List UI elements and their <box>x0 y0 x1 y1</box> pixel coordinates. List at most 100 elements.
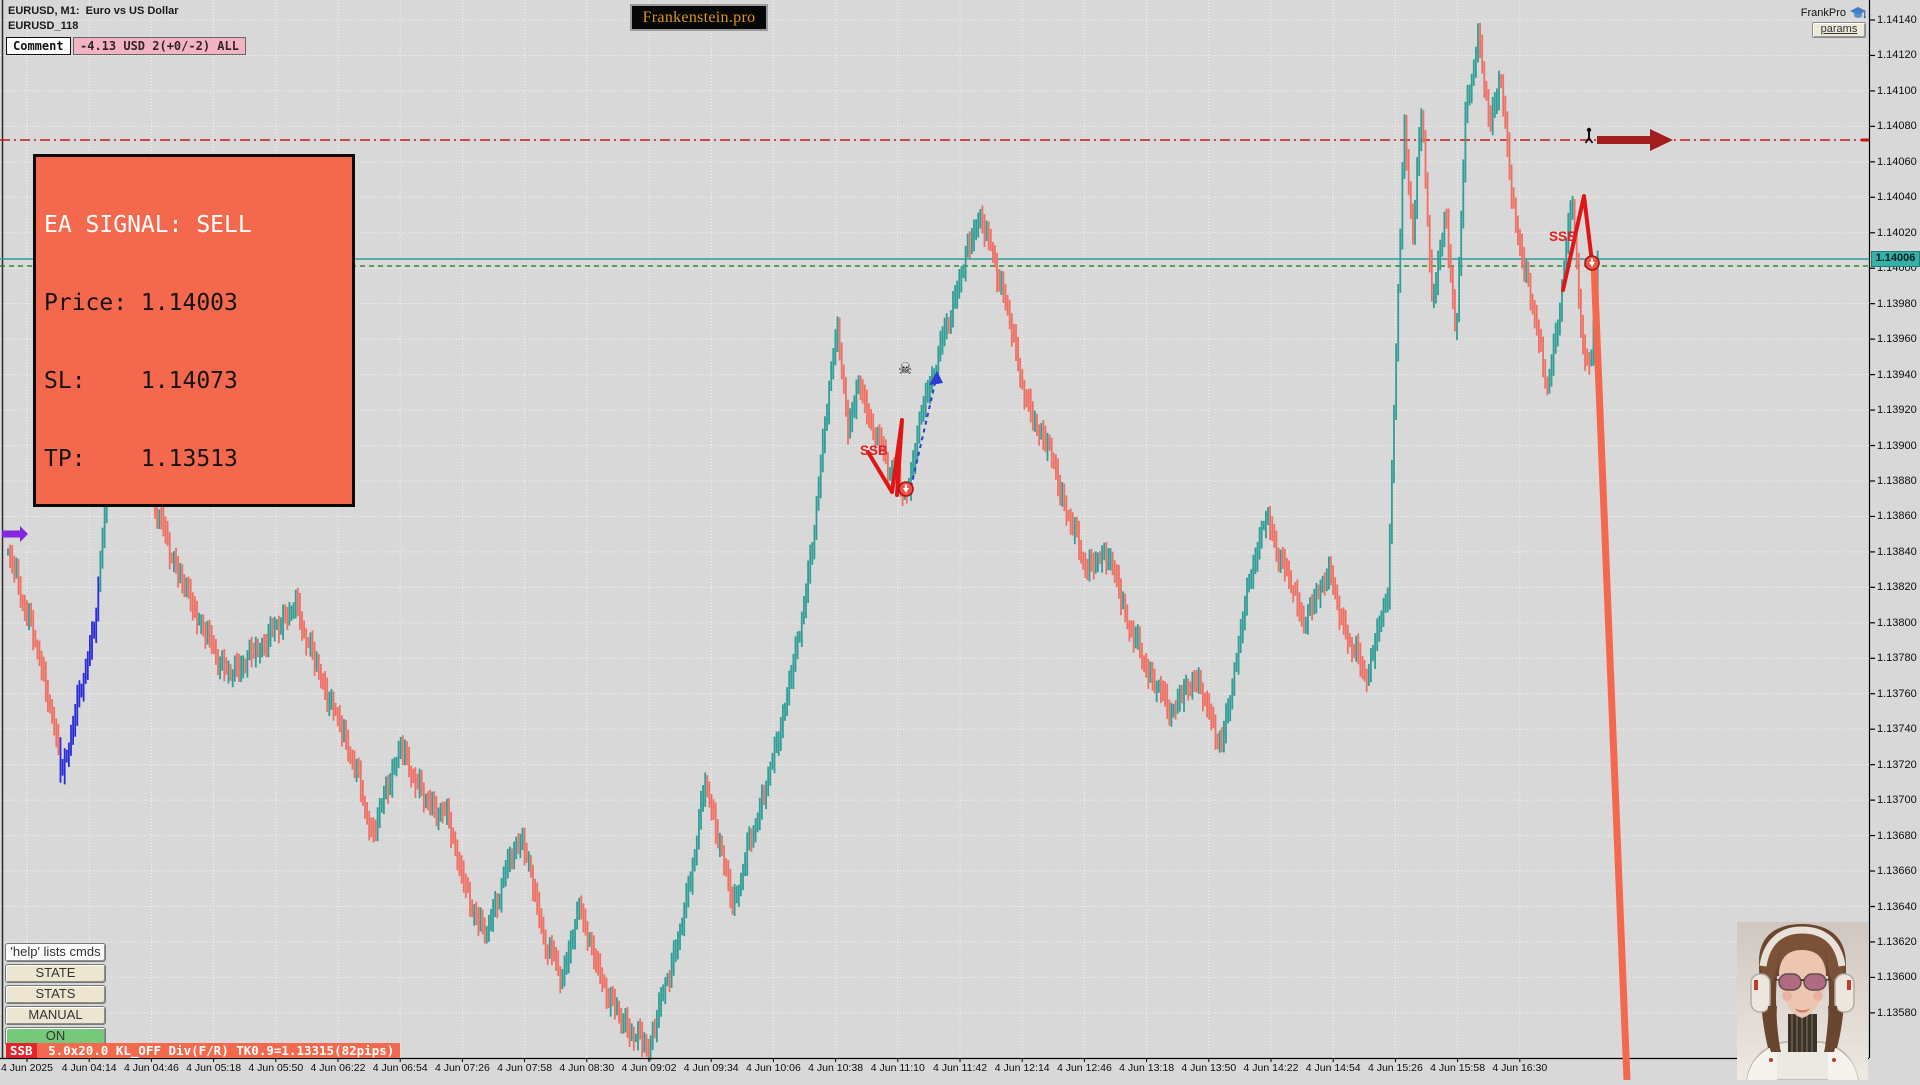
candle-bar <box>232 669 234 687</box>
price-tick-label: 1.14140 <box>1877 14 1917 26</box>
candle-bar <box>606 977 608 1009</box>
candle-bar <box>1154 669 1156 694</box>
candle-bar <box>1343 607 1345 634</box>
candle-bar <box>496 893 498 918</box>
candle-bar <box>803 596 805 624</box>
candle-bar <box>1166 684 1168 719</box>
candle-bar <box>835 329 837 365</box>
candle-bar <box>1162 680 1164 701</box>
candle-bar <box>1452 266 1454 309</box>
candle-bar <box>463 861 465 893</box>
candle-bar <box>1519 229 1521 256</box>
stats-button[interactable]: STATS <box>5 985 106 1004</box>
candle-bar <box>704 773 706 807</box>
candle-bar <box>1366 669 1368 692</box>
manual-button[interactable]: MANUAL <box>5 1006 106 1025</box>
candle-bar <box>488 915 490 942</box>
ea-signal-box: EA SIGNAL: SELL Price: 1.14003 SL: 1.140… <box>33 154 355 507</box>
candle-bar <box>1055 454 1057 479</box>
time-tick-label: 4 Jun 14:22 <box>1244 1062 1299 1074</box>
trend-arrow-head <box>1650 129 1673 151</box>
candle-bar <box>870 409 872 430</box>
candle-bar <box>492 899 494 932</box>
candle-bar <box>322 673 324 690</box>
candle-bar <box>318 654 320 680</box>
candle-bar <box>1551 354 1553 386</box>
ea-signal-sl: SL: 1.14073 <box>44 368 344 394</box>
help-button[interactable]: 'help' lists cmds <box>5 943 106 962</box>
candle-bar <box>858 375 860 394</box>
candle-bar <box>1349 633 1351 647</box>
candle-bar <box>1511 165 1513 209</box>
figure-icon <box>1587 128 1591 132</box>
candle-bar <box>986 221 988 242</box>
candle-bar <box>1355 636 1357 662</box>
candle-bar <box>549 937 551 959</box>
candle-bar <box>494 891 496 917</box>
candle-bar <box>368 811 370 841</box>
candle-bar <box>769 762 771 786</box>
candle-bar <box>1469 85 1471 106</box>
price-tick-label: 1.14120 <box>1877 49 1917 61</box>
candle-bar <box>1549 369 1551 394</box>
candle-bar <box>509 847 511 872</box>
account-label: FrankPro <box>1788 5 1866 21</box>
candle-bar <box>1120 578 1122 615</box>
candle-bar <box>1015 324 1017 361</box>
candle-bar <box>1202 682 1204 711</box>
candle-bar <box>62 759 64 776</box>
candle-bar <box>1225 703 1227 743</box>
candle-bar <box>9 545 11 568</box>
candle-bar <box>1078 521 1080 560</box>
candle-bar <box>1427 172 1429 226</box>
candle-bar <box>1124 594 1126 623</box>
candle-bar <box>648 1039 650 1061</box>
candle-bar <box>761 784 763 819</box>
candle-bar <box>946 313 948 339</box>
state-button[interactable]: STATE <box>5 964 106 983</box>
candle-bar <box>740 873 742 896</box>
candle-bar <box>1360 643 1362 677</box>
candle-bar <box>841 343 843 380</box>
candle-bar <box>356 759 358 782</box>
candle-bar <box>601 967 603 992</box>
time-tick-label: 4 Jun 05:50 <box>248 1062 303 1074</box>
candle-bar <box>1481 35 1483 74</box>
candle-bar <box>1223 721 1225 753</box>
params-button[interactable]: params <box>1812 22 1866 38</box>
candle-bar <box>1391 460 1393 544</box>
candle-bar <box>969 231 971 258</box>
candle-bar <box>1101 545 1103 572</box>
candle-bar <box>801 612 803 647</box>
candle-bar <box>1187 678 1189 700</box>
candle-bar <box>228 661 230 684</box>
candle-bar <box>1206 691 1208 718</box>
candle-bar <box>486 926 488 943</box>
candle-bar <box>1198 667 1200 694</box>
candle-bar <box>398 741 400 768</box>
candle-bar <box>1137 624 1139 650</box>
candle-bar <box>190 579 192 612</box>
candle-bar <box>694 849 696 871</box>
candle-bar <box>996 253 998 292</box>
candle-bar <box>1236 653 1238 672</box>
candle-bar <box>727 860 729 891</box>
candle-bar <box>1525 259 1527 283</box>
comment-button[interactable]: Comment <box>6 37 71 55</box>
candle-bar <box>1555 323 1557 354</box>
candle-bar <box>467 877 469 893</box>
candle-bar <box>805 583 807 618</box>
candle-bar <box>958 269 960 299</box>
candle-bar <box>1473 59 1475 85</box>
candle-bar <box>782 704 784 738</box>
candle-bar <box>660 987 662 1017</box>
candle-bar <box>595 948 597 972</box>
candle-bar <box>1061 482 1063 507</box>
candle-bar <box>444 802 446 817</box>
time-tick-label: 4 Jun 10:38 <box>808 1062 863 1074</box>
candle-bar <box>102 528 104 569</box>
candle-bar <box>345 720 347 750</box>
candle-bar <box>715 803 717 844</box>
candle-bar <box>639 1018 641 1039</box>
candle-bar <box>83 673 85 702</box>
